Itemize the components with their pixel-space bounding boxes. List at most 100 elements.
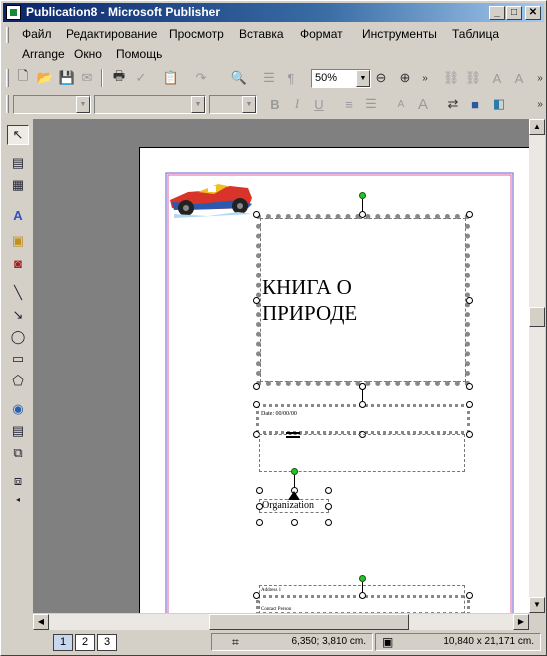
vertical-scrollbar[interactable]: ▲ ▼ [529,119,545,613]
resize-handle[interactable] [325,487,332,494]
resize-handle[interactable] [466,592,473,599]
more-buttons-icon-3[interactable]: » [530,94,547,114]
resize-handle[interactable] [359,592,366,599]
redo-icon[interactable]: ↷ [191,68,211,88]
menu-table[interactable]: Таблица [449,25,502,43]
resize-handle[interactable] [291,519,298,526]
font-size-select[interactable]: ▼ [209,95,257,114]
scroll-thumb-horizontal[interactable] [209,614,409,630]
resize-handle[interactable] [466,211,473,218]
select-pointer-icon[interactable]: ↖ [7,125,29,145]
menu-window[interactable]: Окно [71,45,105,63]
scroll-left-icon[interactable]: ◀ [33,614,49,630]
autoshapes-icon[interactable]: ⬠ [7,371,29,391]
web-preview-icon[interactable]: 🔍 [229,68,249,88]
pilcrow-icon[interactable]: ¶ [281,68,301,88]
arrow-icon[interactable]: ↘ [7,305,29,325]
date-text[interactable]: Date: 00/00/00 [261,411,297,417]
zoom-select[interactable]: 50% ▼ [311,69,371,88]
hot-spot-icon[interactable]: ◉ [7,399,29,419]
resize-handle[interactable] [253,401,260,408]
link-icon[interactable]: ⛓ [441,68,461,88]
scroll-right-icon[interactable]: ▶ [513,614,529,630]
underline-icon[interactable]: U [309,94,329,114]
maximize-button[interactable]: □ [506,6,522,20]
rotate-handle[interactable] [359,575,366,582]
menu-tools[interactable]: Инструменты [359,25,440,43]
increase-font-icon[interactable]: A [413,94,433,114]
resize-handle[interactable] [253,211,260,218]
style-select[interactable]: ▼ [13,95,91,114]
paste-icon[interactable]: 📋 [161,68,181,88]
menu-format[interactable]: Формат [297,25,346,43]
resize-handle[interactable] [256,487,263,494]
fill-color-icon[interactable]: A [509,68,529,88]
html-fragment-icon[interactable]: ⧉ [7,443,29,463]
menu-help[interactable]: Помощь [113,45,165,63]
page-tab-3[interactable]: 3 [97,634,117,651]
toolbar-grip-2[interactable] [6,95,9,113]
font-color-icon[interactable]: A [487,68,507,88]
horizontal-scrollbar[interactable]: ◀ ▶ [33,614,529,630]
rotate-handle[interactable] [291,468,298,475]
menu-grip[interactable] [6,27,9,43]
columns-icon[interactable]: ☰ [259,68,279,88]
resize-handle[interactable] [325,519,332,526]
3d-style-icon[interactable]: ◧ [489,94,509,114]
menu-view[interactable]: Просмотр [166,25,227,43]
page-tab-1[interactable]: 1 [53,634,73,651]
resize-handle[interactable] [466,383,473,390]
chevron-down-icon[interactable]: ▼ [191,96,205,113]
resize-handle[interactable] [325,503,332,510]
rectangle-icon[interactable]: ▭ [7,349,29,369]
oval-icon[interactable]: ◯ [7,327,29,347]
save-icon[interactable]: 💾 [57,68,77,88]
chevron-down-icon[interactable]: ▼ [356,70,370,87]
open-icon[interactable]: 📂 [35,68,55,88]
toolbar-grip[interactable] [6,69,9,87]
chevron-down-icon[interactable]: ▼ [242,96,256,113]
zoom-in-icon[interactable]: ⊕ [395,68,415,88]
race-car-clipart[interactable] [168,178,254,218]
resize-handle[interactable] [466,401,473,408]
line-spacing-icon[interactable]: ⇄ [443,94,463,114]
line-icon[interactable]: ╲ [7,283,29,303]
menu-insert[interactable]: Вставка [236,25,287,43]
design-gallery-icon[interactable]: ⧈ [7,471,29,491]
resize-handle[interactable] [466,431,473,438]
heading-text[interactable]: КНИГА О ПРИРОДЕ [262,274,357,326]
minimize-button[interactable]: _ [489,6,505,20]
scroll-down-icon[interactable]: ▼ [529,597,545,613]
rotate-handle[interactable] [359,192,366,199]
scroll-thumb[interactable] [529,307,545,327]
bold-icon[interactable]: B [265,94,285,114]
more-buttons-icon-2[interactable]: » [530,68,547,88]
resize-handle[interactable] [256,503,263,510]
resize-handle[interactable] [253,297,260,304]
resize-handle[interactable] [466,297,473,304]
chevron-down-icon[interactable]: ▼ [76,96,90,113]
font-select[interactable]: ▼ [94,95,206,114]
justify-icon[interactable]: ☰ [361,94,381,114]
menu-file[interactable]: Файл [19,25,55,43]
align-right-icon[interactable]: ≡ [339,94,359,114]
decrease-font-icon[interactable]: A [391,94,411,114]
table-icon[interactable]: ▦ [7,175,29,195]
close-button[interactable]: ✕ [525,6,541,20]
shadow-style-icon[interactable]: ■ [465,94,485,114]
page-tab-2[interactable]: 2 [75,634,95,651]
resize-handle[interactable] [253,592,260,599]
organization-text[interactable]: Organization [262,500,314,511]
print-icon[interactable]: 🖶 [109,68,129,88]
clip-art-icon[interactable]: ◙ [7,253,29,273]
wordart-icon[interactable]: A [7,205,29,225]
form-control-icon[interactable]: ▤ [7,421,29,441]
resize-handle[interactable] [359,401,366,408]
picture-frame-icon[interactable]: ▣ [7,231,29,251]
more-buttons-icon[interactable]: » [415,68,435,88]
resize-handle[interactable] [359,383,366,390]
new-icon[interactable]: 🗋 [13,68,33,88]
text-box-icon[interactable]: ▤ [7,153,29,173]
resize-handle[interactable] [256,519,263,526]
scroll-up-icon[interactable]: ▲ [529,119,545,135]
